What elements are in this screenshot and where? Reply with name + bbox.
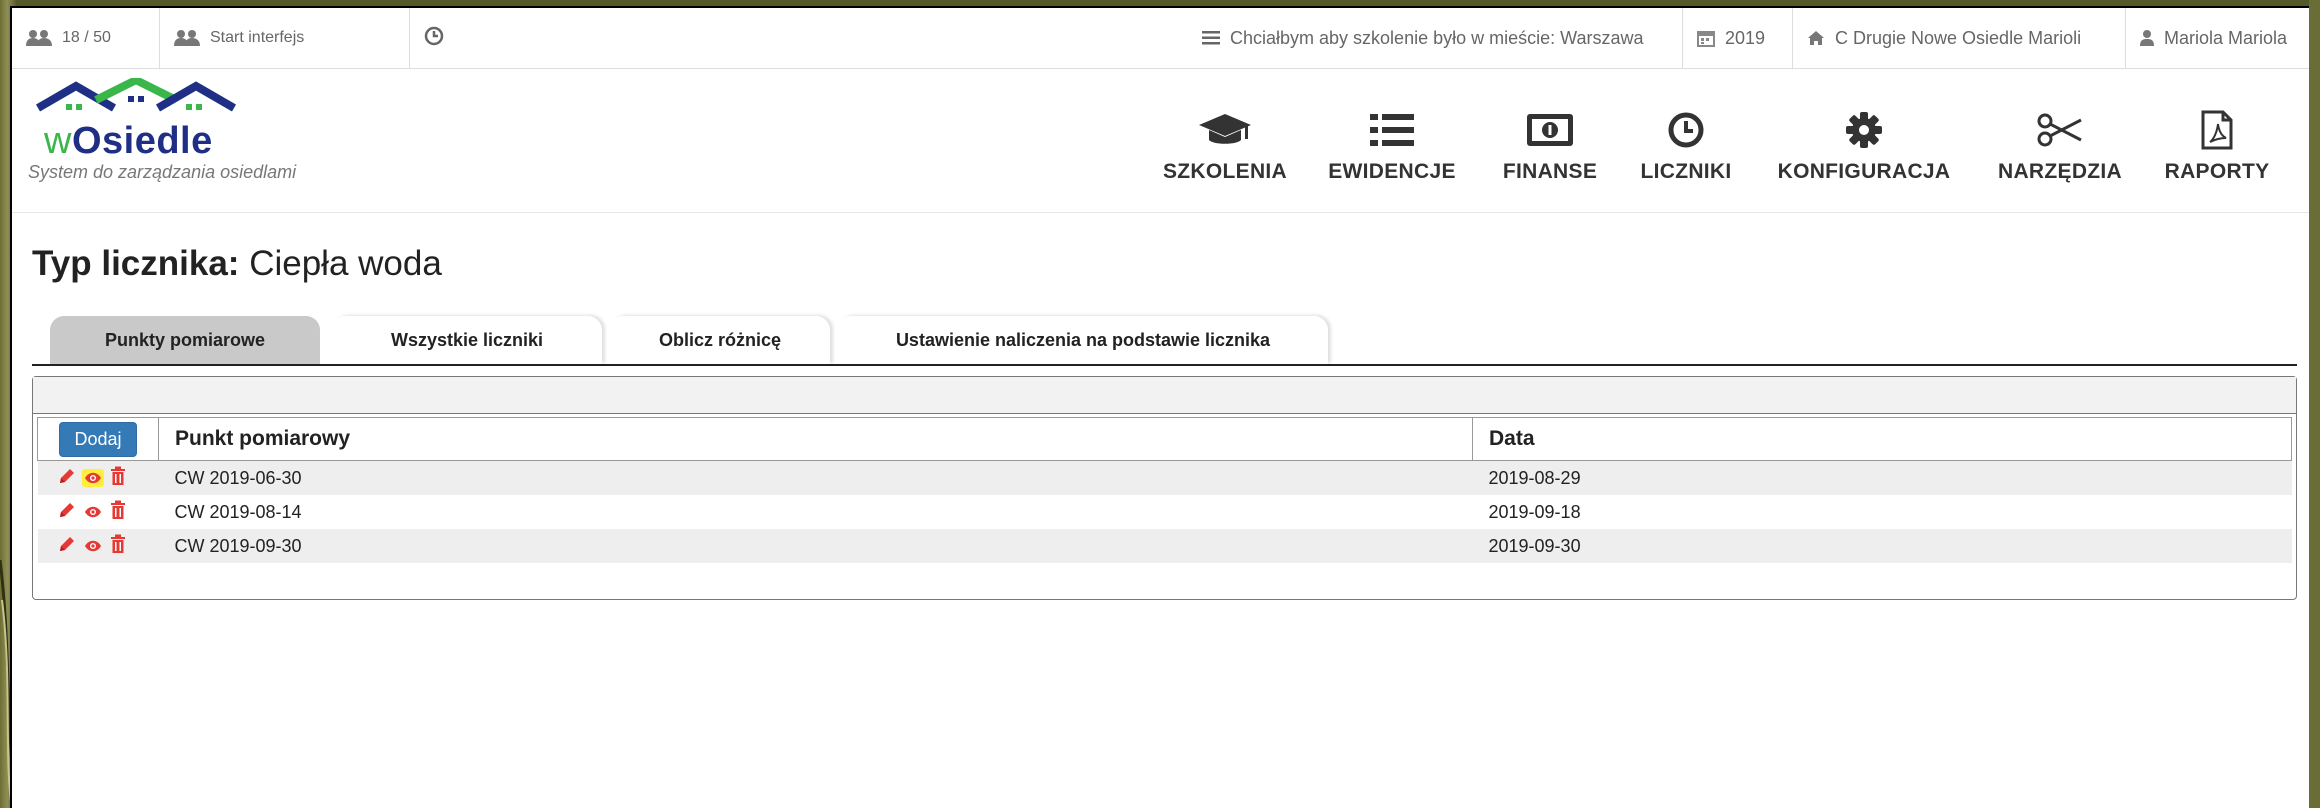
nav-raporty[interactable]: RAPORTY — [2152, 108, 2282, 188]
nav-label: KONFIGURACJA — [1777, 160, 1951, 183]
clock-icon — [424, 26, 444, 51]
calendar-icon — [1697, 29, 1715, 47]
user-counter[interactable]: 18 / 50 — [12, 8, 160, 68]
nav-szkolenia[interactable]: SZKOLENIA — [1150, 108, 1300, 188]
column-header-point: Punkt pomiarowy — [158, 417, 1473, 461]
tab-wszystkie-liczniki[interactable]: Wszystkie liczniki — [332, 316, 602, 364]
list-icon — [1312, 108, 1472, 152]
cell-point: CW 2019-08-14 — [158, 495, 1473, 529]
table-header-row: Dodaj Punkt pomiarowy Data — [37, 417, 2292, 461]
delete-trash-icon[interactable] — [110, 534, 126, 559]
tab-punkty-pomiarowe[interactable]: Punkty pomiarowe — [50, 316, 320, 364]
tab-ustawienie-naliczenia[interactable]: Ustawienie naliczenia na podstawie liczn… — [838, 316, 1328, 364]
nav-ewidencje[interactable]: EWIDENCJE — [1312, 108, 1472, 188]
view-eye-icon[interactable] — [81, 469, 104, 487]
clock-button[interactable] — [410, 8, 470, 68]
money-icon — [1488, 108, 1612, 152]
users-icon — [174, 29, 200, 47]
user-icon — [2140, 30, 2154, 46]
column-header-date: Data — [1472, 417, 2292, 461]
nav-label: RAPORTY — [2164, 160, 2270, 183]
gear-icon — [1764, 108, 1964, 152]
training-city-label: Chciałbym aby szkolenie było w mieście: … — [1230, 27, 1644, 48]
table-row: CW 2019-09-30 2019-09-30 — [37, 529, 2292, 563]
actions-header: Dodaj — [37, 417, 159, 461]
app-logo[interactable]: wOsiedle System do zarządzania osiedlami — [26, 78, 346, 188]
measurement-points-panel: Dodaj Punkt pomiarowy Data CW 2019-06-30… — [32, 376, 2297, 600]
estate-selector[interactable]: C Drugie Nowe Osiedle Marioli — [1792, 8, 2125, 68]
users-icon — [26, 29, 52, 47]
estate-label: C Drugie Nowe Osiedle Marioli — [1835, 27, 2082, 48]
nav-label: FINANSE — [1502, 160, 1598, 183]
delete-trash-icon[interactable] — [110, 466, 126, 491]
cell-date: 2019-09-18 — [1472, 495, 2292, 529]
header-divider — [12, 212, 2309, 213]
app-window: 18 / 50 Start interfejs Chciałbym aby sz… — [10, 6, 2309, 808]
scissors-icon — [1980, 108, 2140, 152]
row-actions — [37, 460, 159, 495]
clock-icon — [1624, 108, 1748, 152]
user-menu[interactable]: Mariola Mariola — [2125, 8, 2309, 68]
view-eye-icon[interactable] — [82, 537, 104, 555]
row-actions — [37, 495, 159, 529]
top-bar: 18 / 50 Start interfejs Chciałbym aby sz… — [12, 8, 2309, 69]
year-label: 2019 — [1725, 27, 1766, 48]
page-title: Typ licznika: Ciepła woda — [32, 244, 442, 284]
pdf-icon — [2152, 108, 2282, 152]
nav-label: EWIDENCJE — [1328, 160, 1456, 183]
nav-liczniki[interactable]: LICZNIKI — [1624, 108, 1748, 188]
cell-date: 2019-08-29 — [1472, 460, 2292, 495]
year-selector[interactable]: 2019 — [1682, 8, 1792, 68]
edit-pencil-icon[interactable] — [58, 535, 76, 558]
nav-label: NARZĘDZIA — [1997, 160, 2123, 183]
user-counter-label: 18 / 50 — [62, 29, 111, 46]
page-title-value: Ciepła woda — [249, 244, 442, 283]
training-city-info[interactable]: Chciałbym aby szkolenie było w mieście: … — [1188, 8, 1682, 68]
nav-finanse[interactable]: FINANSE — [1488, 108, 1612, 188]
nav-label: SZKOLENIA — [1162, 160, 1288, 183]
start-interface-link[interactable]: Start interfejs — [160, 8, 410, 68]
nav-narzedzia[interactable]: NARZĘDZIA — [1980, 108, 2140, 188]
cell-point: CW 2019-09-30 — [158, 529, 1473, 563]
nav-label: LICZNIKI — [1640, 160, 1732, 183]
panel-header — [33, 377, 2296, 414]
page-title-label: Typ licznika: — [32, 244, 240, 283]
menu-icon — [1202, 31, 1220, 45]
logo-wordmark: wOsiedle — [44, 120, 213, 162]
nav-konfiguracja[interactable]: KONFIGURACJA — [1764, 108, 1964, 188]
table-row: CW 2019-08-14 2019-09-18 — [37, 495, 2292, 529]
edit-pencil-icon[interactable] — [58, 467, 76, 490]
start-interface-label: Start interfejs — [210, 29, 305, 46]
edit-pencil-icon[interactable] — [58, 501, 76, 524]
cell-point: CW 2019-06-30 — [158, 460, 1473, 495]
home-icon — [1807, 30, 1825, 46]
add-button[interactable]: Dodaj — [59, 421, 137, 457]
view-eye-icon[interactable] — [82, 503, 104, 521]
user-name: Mariola Mariola — [2164, 27, 2288, 48]
graduation-cap-icon — [1150, 108, 1300, 152]
logo-subtitle: System do zarządzania osiedlami — [28, 162, 297, 182]
tab-bar: Punkty pomiarowe Wszystkie liczniki Obli… — [32, 308, 2297, 366]
desktop-background-right — [2309, 0, 2320, 808]
row-actions — [37, 529, 159, 563]
table-row: CW 2019-06-30 2019-08-29 — [37, 460, 2292, 495]
tab-oblicz-roznice[interactable]: Oblicz różnicę — [610, 316, 830, 364]
delete-trash-icon[interactable] — [110, 500, 126, 525]
measurement-points-table: Dodaj Punkt pomiarowy Data CW 2019-06-30… — [37, 417, 2292, 563]
cell-date: 2019-09-30 — [1472, 529, 2292, 563]
